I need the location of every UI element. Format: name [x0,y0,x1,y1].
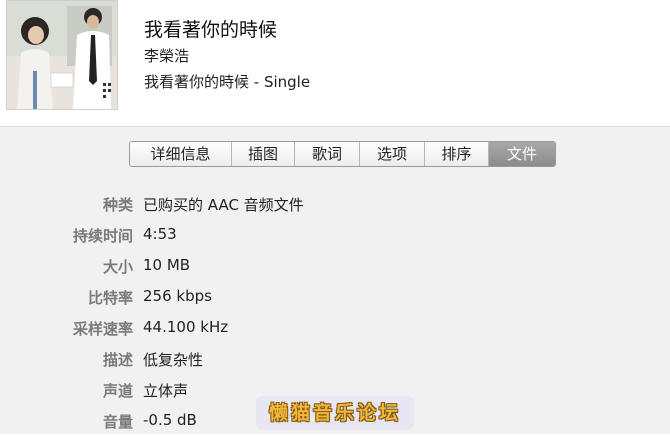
album-artwork [6,0,118,110]
track-title: 我看著你的時候 [144,19,278,41]
info-row-size: 大小 10 MB [0,256,670,280]
tab-artwork[interactable]: 插图 [232,142,295,166]
track-header: 我看著你的時候 李榮浩 我看著你的時候 - Single [0,0,670,127]
track-artist[interactable]: 李榮浩 [144,45,189,66]
tab-sorting[interactable]: 排序 [425,142,489,166]
album-cover-image [7,1,117,109]
duration-value: 4:53 [143,225,177,243]
duration-label: 持续时间 [72,227,133,245]
tab-details[interactable]: 详细信息 [130,142,232,166]
channels-value: 立体声 [143,382,189,400]
description-label: 描述 [102,351,133,369]
track-album[interactable]: 我看著你的時候 - Single [144,71,310,92]
bitrate-label: 比特率 [87,289,133,307]
forum-watermark: 懒猫音乐论坛 [256,396,414,430]
description-value: 低复杂性 [143,351,204,369]
kind-value: 已购买的 AAC 音频文件 [143,196,304,214]
tab-bar: 详细信息 插图 歌词 选项 排序 文件 [129,141,556,167]
info-row-bitrate: 比特率 256 kbps [0,287,670,311]
volume-value: -0.5 dB [143,411,197,429]
tab-file[interactable]: 文件 [489,142,555,166]
volume-label: 音量 [102,413,133,431]
kind-label: 种类 [102,196,133,214]
size-value: 10 MB [143,256,191,274]
tab-options[interactable]: 选项 [360,142,425,166]
size-label: 大小 [102,258,133,276]
info-row-description: 描述 低复杂性 [0,349,670,373]
sample-rate-label: 采样速率 [72,320,133,338]
sample-rate-value: 44.100 kHz [143,318,229,336]
info-row-kind: 种类 已购买的 AAC 音频文件 [0,194,670,218]
tab-lyrics[interactable]: 歌词 [295,142,360,166]
info-row-sample-rate: 采样速率 44.100 kHz [0,318,670,342]
bitrate-value: 256 kbps [143,287,212,305]
info-row-duration: 持续时间 4:53 [0,225,670,249]
channels-label: 声道 [102,382,133,400]
